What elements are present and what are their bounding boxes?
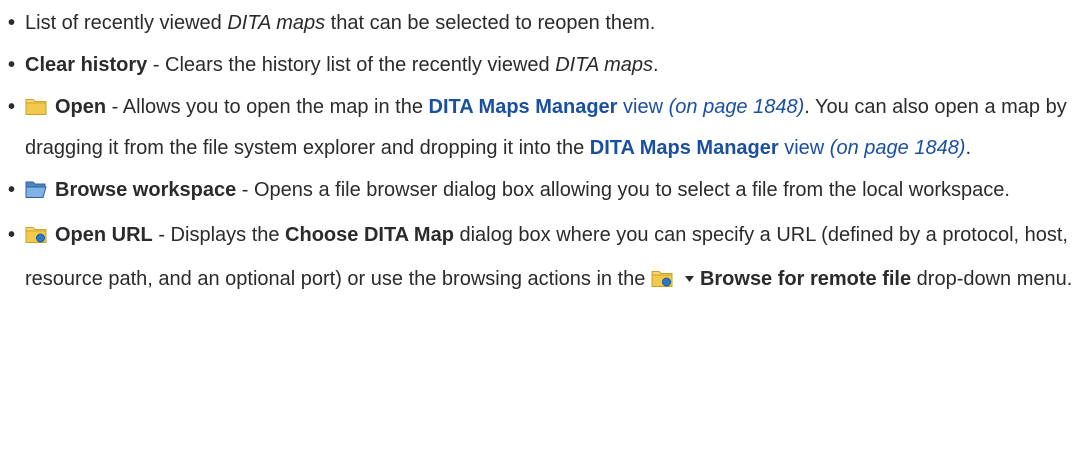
recent-text-a: List of recently viewed <box>25 12 228 34</box>
bullet: • <box>8 96 16 118</box>
recent-text-b: that can be selected to reopen them. <box>325 12 656 34</box>
toolbar-actions-list: • List of recently viewed DITA maps that… <box>0 4 1077 301</box>
remote-folder-icon <box>651 263 673 301</box>
open-text-c: . <box>965 137 972 159</box>
open-url-text-a: - Displays the <box>152 224 286 246</box>
dita-maps-manager-link[interactable]: DITA Maps Manager <box>429 96 618 118</box>
view-link[interactable]: view <box>617 96 663 118</box>
bullet: • <box>8 54 16 76</box>
dita-maps-manager-link[interactable]: DITA Maps Manager <box>590 137 779 159</box>
clear-text-a: - Clears the history list of the recentl… <box>147 54 556 76</box>
view-link[interactable]: view <box>779 137 824 159</box>
clear-term: DITA maps <box>555 54 654 76</box>
browse-remote-file-label: Browse for remote file <box>699 268 912 290</box>
clear-text-b: . <box>653 54 659 76</box>
list-item-recent-maps: • List of recently viewed DITA maps that… <box>8 4 1077 42</box>
choose-dita-map-dialog-name: Choose DITA Map <box>285 224 454 246</box>
browse-text-a: - Opens a file browser dialog box allowi… <box>236 179 1010 201</box>
clear-history-label: Clear history <box>25 54 148 76</box>
folder-icon <box>25 91 47 129</box>
list-item-browse-workspace: • Browse workspace - Opens a file browse… <box>8 171 1077 212</box>
open-text-a: - Allows you to open the map in the <box>106 96 429 118</box>
list-item-open-url: • Open URL - Displays the Choose DITA Ma… <box>8 216 1077 301</box>
bullet: • <box>8 224 16 246</box>
recent-term: DITA maps <box>227 12 326 34</box>
browse-workspace-label: Browse workspace <box>55 179 237 201</box>
open-url-text-c: drop-down menu. <box>911 268 1073 290</box>
bullet: • <box>8 12 16 34</box>
folder-url-icon <box>25 219 47 257</box>
list-item-clear-history: • Clear history - Clears the history lis… <box>8 46 1077 84</box>
list-item-open: • Open - Allows you to open the map in t… <box>8 88 1077 167</box>
document-body: • List of recently viewed DITA maps that… <box>0 0 1077 301</box>
chevron-down-icon <box>684 257 694 295</box>
page-reference[interactable]: (on page 1848) <box>824 137 966 159</box>
open-url-label: Open URL <box>55 224 153 246</box>
bullet: • <box>8 179 16 201</box>
page-reference[interactable]: (on page 1848) <box>663 96 805 118</box>
open-label: Open <box>55 96 107 118</box>
folder-open-icon <box>25 174 47 212</box>
